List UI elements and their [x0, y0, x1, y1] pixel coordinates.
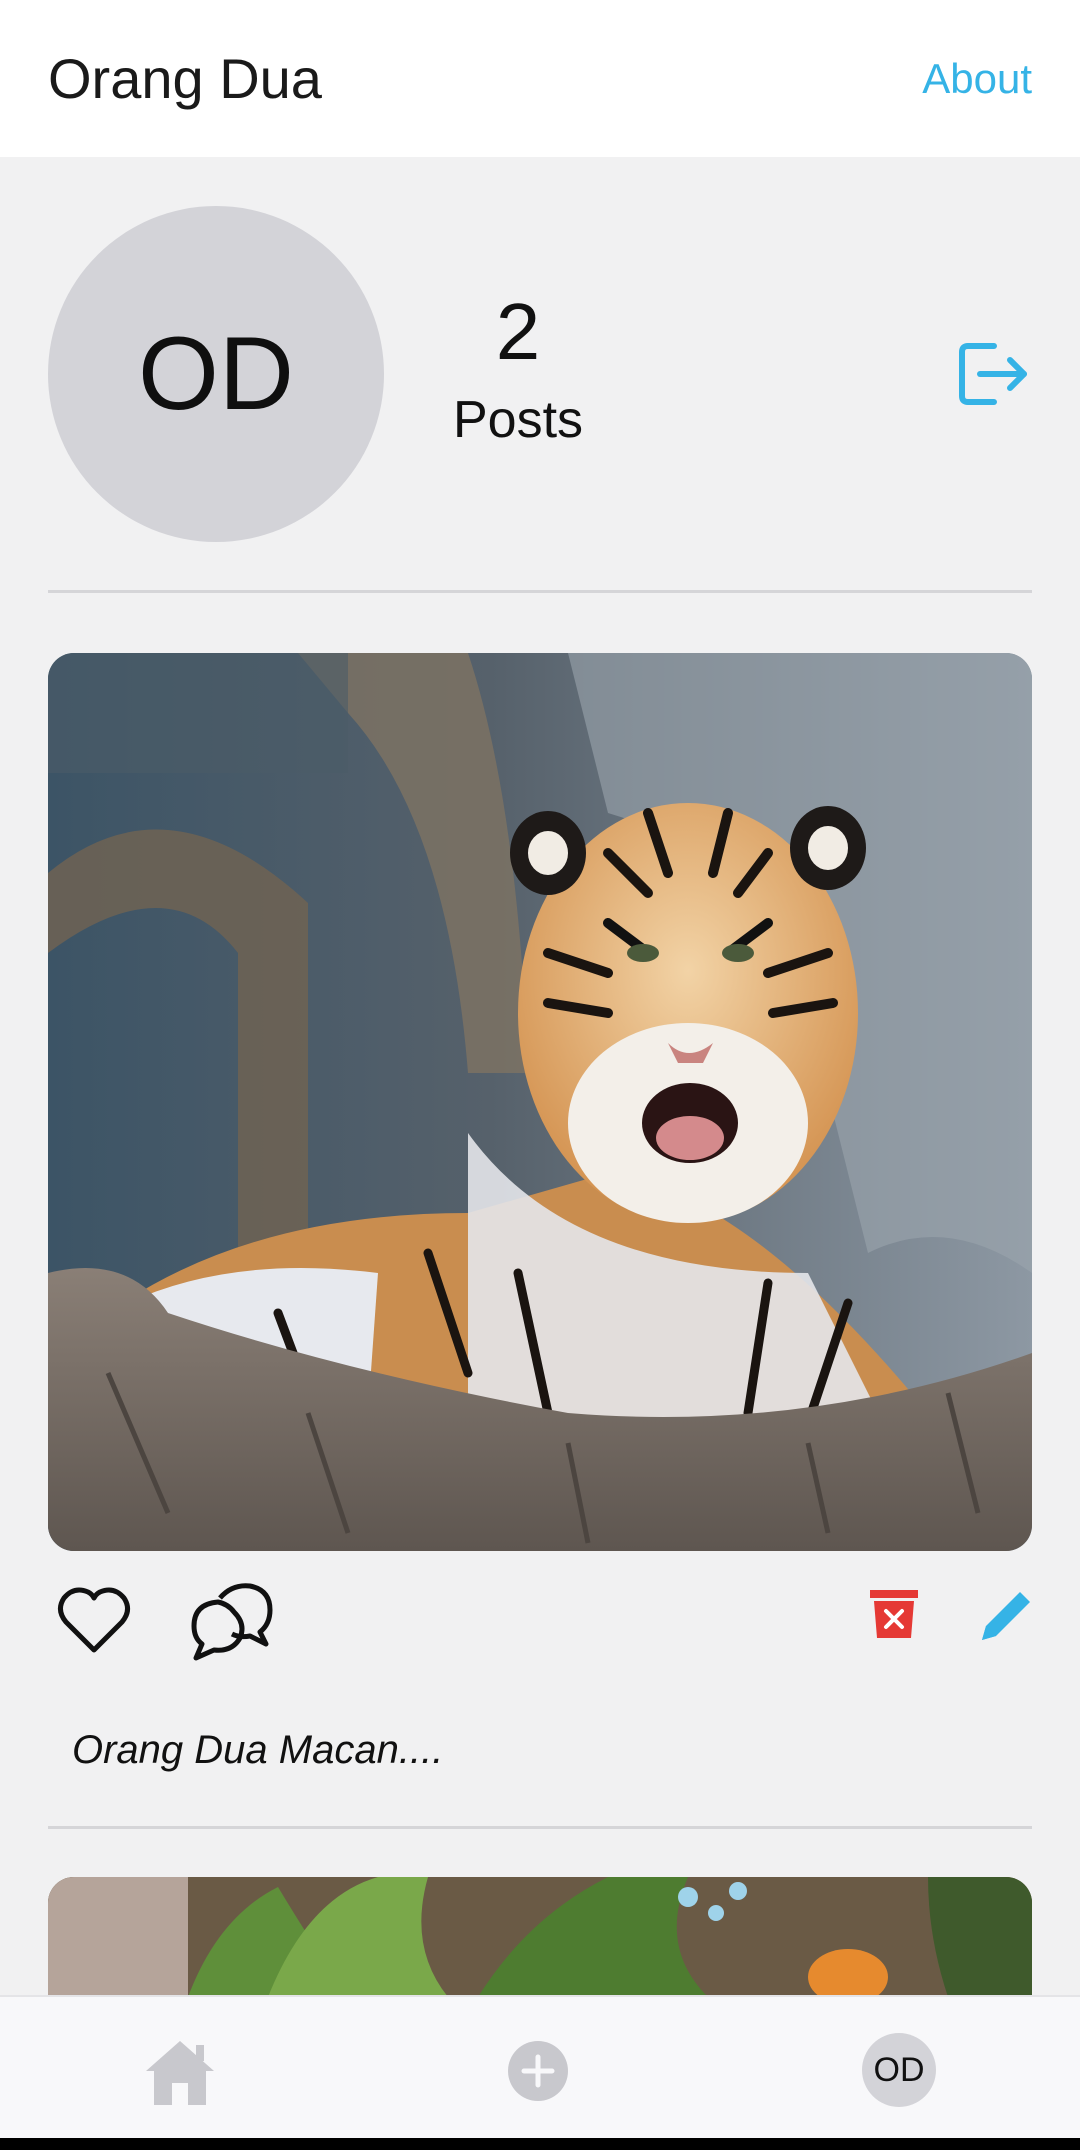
- nav-profile-button[interactable]: OD: [862, 2033, 936, 2107]
- home-icon: [146, 2041, 214, 2105]
- aquarium-photo: [48, 1877, 1032, 1997]
- post-stats: 2 Posts: [438, 292, 598, 450]
- system-bottom-bar: [0, 2138, 1080, 2150]
- delete-button[interactable]: [866, 1586, 922, 1642]
- plus-circle-icon: [508, 2041, 568, 2101]
- post-image-2[interactable]: [48, 1877, 1032, 1997]
- like-button[interactable]: [54, 1580, 134, 1660]
- comment-button[interactable]: [188, 1580, 274, 1662]
- post-divider: [48, 1826, 1032, 1829]
- post-count: 2: [495, 287, 541, 376]
- nav-add-button[interactable]: [506, 2039, 570, 2103]
- post-actions: [48, 1580, 1032, 1670]
- bottom-nav: OD: [0, 1995, 1080, 2138]
- logout-button[interactable]: [954, 338, 1032, 410]
- pencil-icon: [982, 1592, 1030, 1640]
- chat-bubbles-icon: [191, 1583, 273, 1661]
- app-root: Orang Dua About OD 2 Posts Orang Dua Mac…: [0, 0, 1080, 2150]
- caption-text: Macan....: [278, 1728, 444, 1772]
- top-header: Orang Dua About: [0, 0, 1080, 157]
- nav-home-button[interactable]: [142, 2037, 218, 2109]
- heart-outline-icon: [58, 1587, 130, 1653]
- tiger-photo: [48, 653, 1032, 1551]
- profile-divider: [48, 590, 1032, 593]
- page-title: Orang Dua: [48, 47, 322, 110]
- trash-icon: [870, 1590, 918, 1638]
- post-image[interactable]: [48, 653, 1032, 1551]
- about-link[interactable]: About: [922, 55, 1032, 103]
- profile-avatar: OD: [48, 206, 384, 542]
- caption-author: Orang Dua: [72, 1728, 268, 1772]
- edit-button[interactable]: [976, 1584, 1034, 1646]
- post-caption: Orang Dua Macan....: [72, 1728, 443, 1773]
- logout-icon: [959, 343, 1027, 405]
- posts-label: Posts: [452, 391, 584, 449]
- profile-section: OD 2 Posts: [48, 206, 1032, 542]
